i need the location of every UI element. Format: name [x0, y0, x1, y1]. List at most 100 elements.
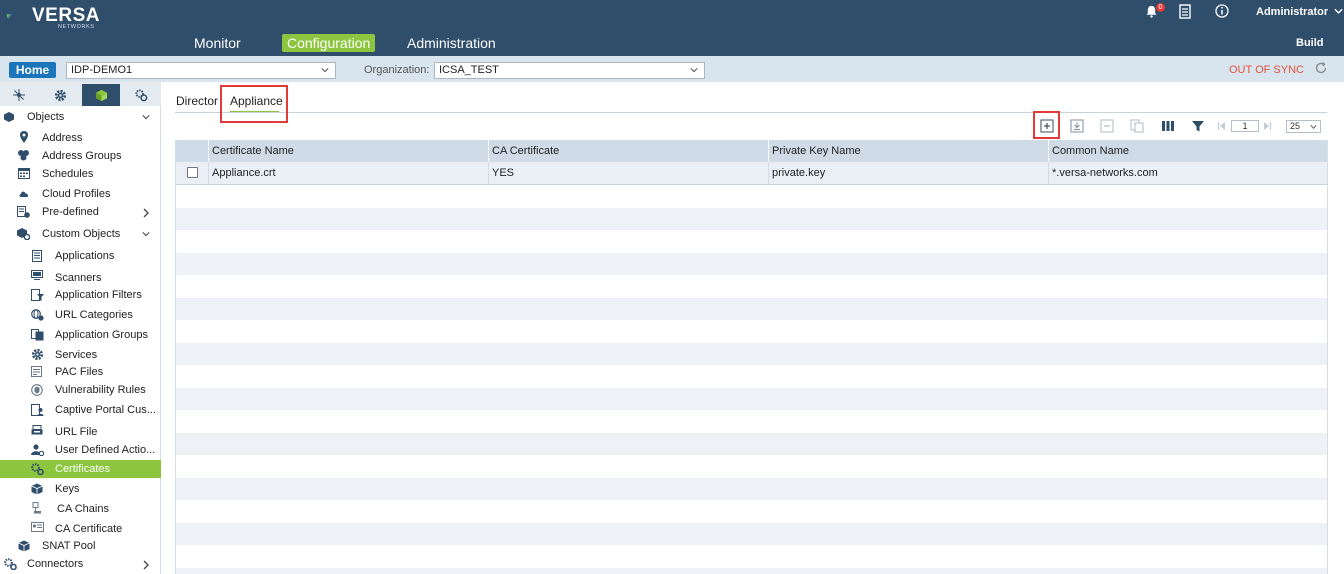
sidebar-item-label: Applications [55, 250, 115, 262]
chevron-down-icon [1310, 124, 1317, 130]
organization-select-value: ICSA_TEST [439, 64, 499, 76]
empty-row [176, 478, 1328, 500]
home-button[interactable]: Home [9, 62, 56, 78]
appliance-select[interactable]: IDP-DEMO1 [66, 62, 336, 79]
column-header-common-name[interactable]: Common Name [1048, 140, 1328, 162]
sidebar-item-label: Custom Objects [42, 228, 121, 240]
sidebar-item-ca-chains[interactable]: CA Chains [0, 500, 161, 518]
sidebar-item-keys[interactable]: Keys [0, 480, 161, 498]
tasks-icon[interactable] [1179, 4, 1191, 19]
empty-row [176, 388, 1328, 410]
sidebar-item-ca-certificate[interactable]: CA Certificate [0, 520, 161, 538]
empty-row [176, 343, 1328, 365]
documents-icon [31, 329, 44, 341]
user-menu[interactable]: Administrator [1256, 6, 1343, 18]
cell-common-name: *.versa-networks.com [1048, 162, 1328, 184]
vulnerability-icon [31, 384, 43, 396]
custom-objects-icon [17, 228, 30, 240]
page-size-select[interactable]: 25 [1286, 120, 1321, 133]
column-header-private-key-name[interactable]: Private Key Name [768, 140, 1048, 162]
remove-icon[interactable] [1100, 119, 1114, 133]
chevron-down-icon [1334, 8, 1343, 14]
sidebar-item-vulnerability-rules[interactable]: Vulnerability Rules [0, 381, 161, 399]
gear-icon [54, 89, 66, 102]
empty-row [176, 253, 1328, 275]
refresh-icon[interactable] [1314, 61, 1328, 75]
sidebar-item-pre-defined[interactable]: Pre-defined [0, 203, 161, 221]
sidebar-item-objects[interactable]: Objects [0, 108, 161, 126]
columns-icon[interactable] [1161, 119, 1175, 133]
tab-network[interactable] [0, 84, 38, 106]
sidebar-item-label: PAC Files [55, 366, 104, 378]
sidebar-item-application-filters[interactable]: Application Filters [0, 286, 161, 304]
sidebar-item-url-categories[interactable]: URL Categories [0, 306, 161, 324]
sidebar-item-url-file[interactable]: URL File [0, 423, 161, 441]
brand-sub: NETWORKS [58, 24, 95, 30]
url-file-icon [31, 425, 43, 435]
organization-select[interactable]: ICSA_TEST [434, 62, 705, 79]
sidebar-item-label: Scanners [55, 272, 102, 284]
sidebar-item-schedules[interactable]: Schedules [0, 165, 161, 183]
row-divider [176, 184, 1328, 185]
organization-label: Organization: [364, 64, 430, 76]
sidebar-item-label: Application Groups [55, 329, 148, 341]
user-name: Administrator [1256, 6, 1329, 18]
nav-administration[interactable]: Administration [407, 34, 496, 52]
highlight-appliance-tab [220, 85, 288, 123]
sidebar-item-label: Certificates [55, 463, 111, 475]
empty-row [176, 523, 1328, 545]
nav-monitor[interactable]: Monitor [194, 34, 241, 52]
sidebar-item-label: CA Certificate [55, 523, 123, 535]
sidebar-item-certificates[interactable]: Certificates [0, 460, 161, 478]
sidebar-item-pac-files[interactable]: PAC Files [0, 363, 161, 381]
tab-director[interactable]: Director [176, 94, 218, 108]
empty-row [176, 433, 1328, 455]
sidebar-item-custom-objects[interactable]: Custom Objects [0, 225, 161, 243]
sidebar-item-address[interactable]: Address [0, 129, 161, 147]
sidebar-item-label: Captive Portal Cus... [55, 404, 156, 416]
tab-settings[interactable] [41, 84, 79, 106]
chevron-down-icon [142, 232, 150, 237]
network-icon [13, 89, 25, 101]
sidebar-item-application-groups[interactable]: Application Groups [0, 326, 161, 344]
cell-private-key-name: private.key [768, 162, 1048, 184]
filter-icon[interactable] [1191, 119, 1205, 133]
versa-logo-icon [6, 14, 12, 20]
column-header-ca-certificate[interactable]: CA Certificate [488, 140, 768, 162]
sidebar-item-user-defined-actions[interactable]: User Defined Actio... [0, 441, 161, 459]
sidebar-item-captive-portal[interactable]: Captive Portal Cus... [0, 401, 161, 419]
sidebar-item-services[interactable]: Services [0, 346, 161, 364]
info-icon[interactable] [1215, 4, 1229, 18]
sidebar-item-label: User Defined Actio... [55, 444, 156, 456]
sidebar-item-scanners[interactable]: Scanners [0, 269, 161, 287]
next-page-icon[interactable] [1263, 119, 1272, 133]
page-number-input[interactable]: 1 [1231, 120, 1259, 132]
tab-objects[interactable] [82, 84, 120, 106]
row-checkbox[interactable] [187, 167, 198, 178]
sidebar-item-cloud-profiles[interactable]: Cloud Profiles [0, 185, 161, 203]
build-button[interactable]: Build [1296, 37, 1324, 49]
sidebar-item-address-groups[interactable]: Address Groups [0, 147, 161, 165]
clone-icon[interactable] [1130, 119, 1144, 133]
globe-tag-icon [31, 309, 44, 321]
page-size-value: 25 [1290, 121, 1301, 131]
sidebar-item-label: URL Categories [55, 309, 133, 321]
previous-page-icon[interactable] [1217, 119, 1226, 133]
chevron-right-icon [143, 560, 149, 570]
document-icon [32, 250, 42, 262]
sync-status[interactable]: OUT OF SYNC [1229, 64, 1304, 76]
nav-configuration[interactable]: Configuration [282, 34, 376, 52]
sidebar-item-label: Application Filters [55, 289, 142, 301]
connectors-gear-icon [4, 558, 17, 570]
column-header-certificate-name[interactable]: Certificate Name [208, 140, 488, 162]
cell-certificate-name: Appliance.crt [208, 162, 488, 184]
gear-icon [31, 348, 44, 361]
sidebar-item-snat-pool[interactable]: SNAT Pool [0, 537, 161, 555]
tab-policies[interactable] [122, 84, 160, 106]
sidebar-item-applications[interactable]: Applications [0, 247, 161, 265]
download-icon[interactable] [1070, 119, 1084, 133]
sidebar-item-label: Schedules [42, 168, 94, 180]
sidebar-item-connectors[interactable]: Connectors [0, 555, 161, 573]
add-icon[interactable] [1040, 119, 1054, 133]
calendar-icon [18, 168, 30, 179]
